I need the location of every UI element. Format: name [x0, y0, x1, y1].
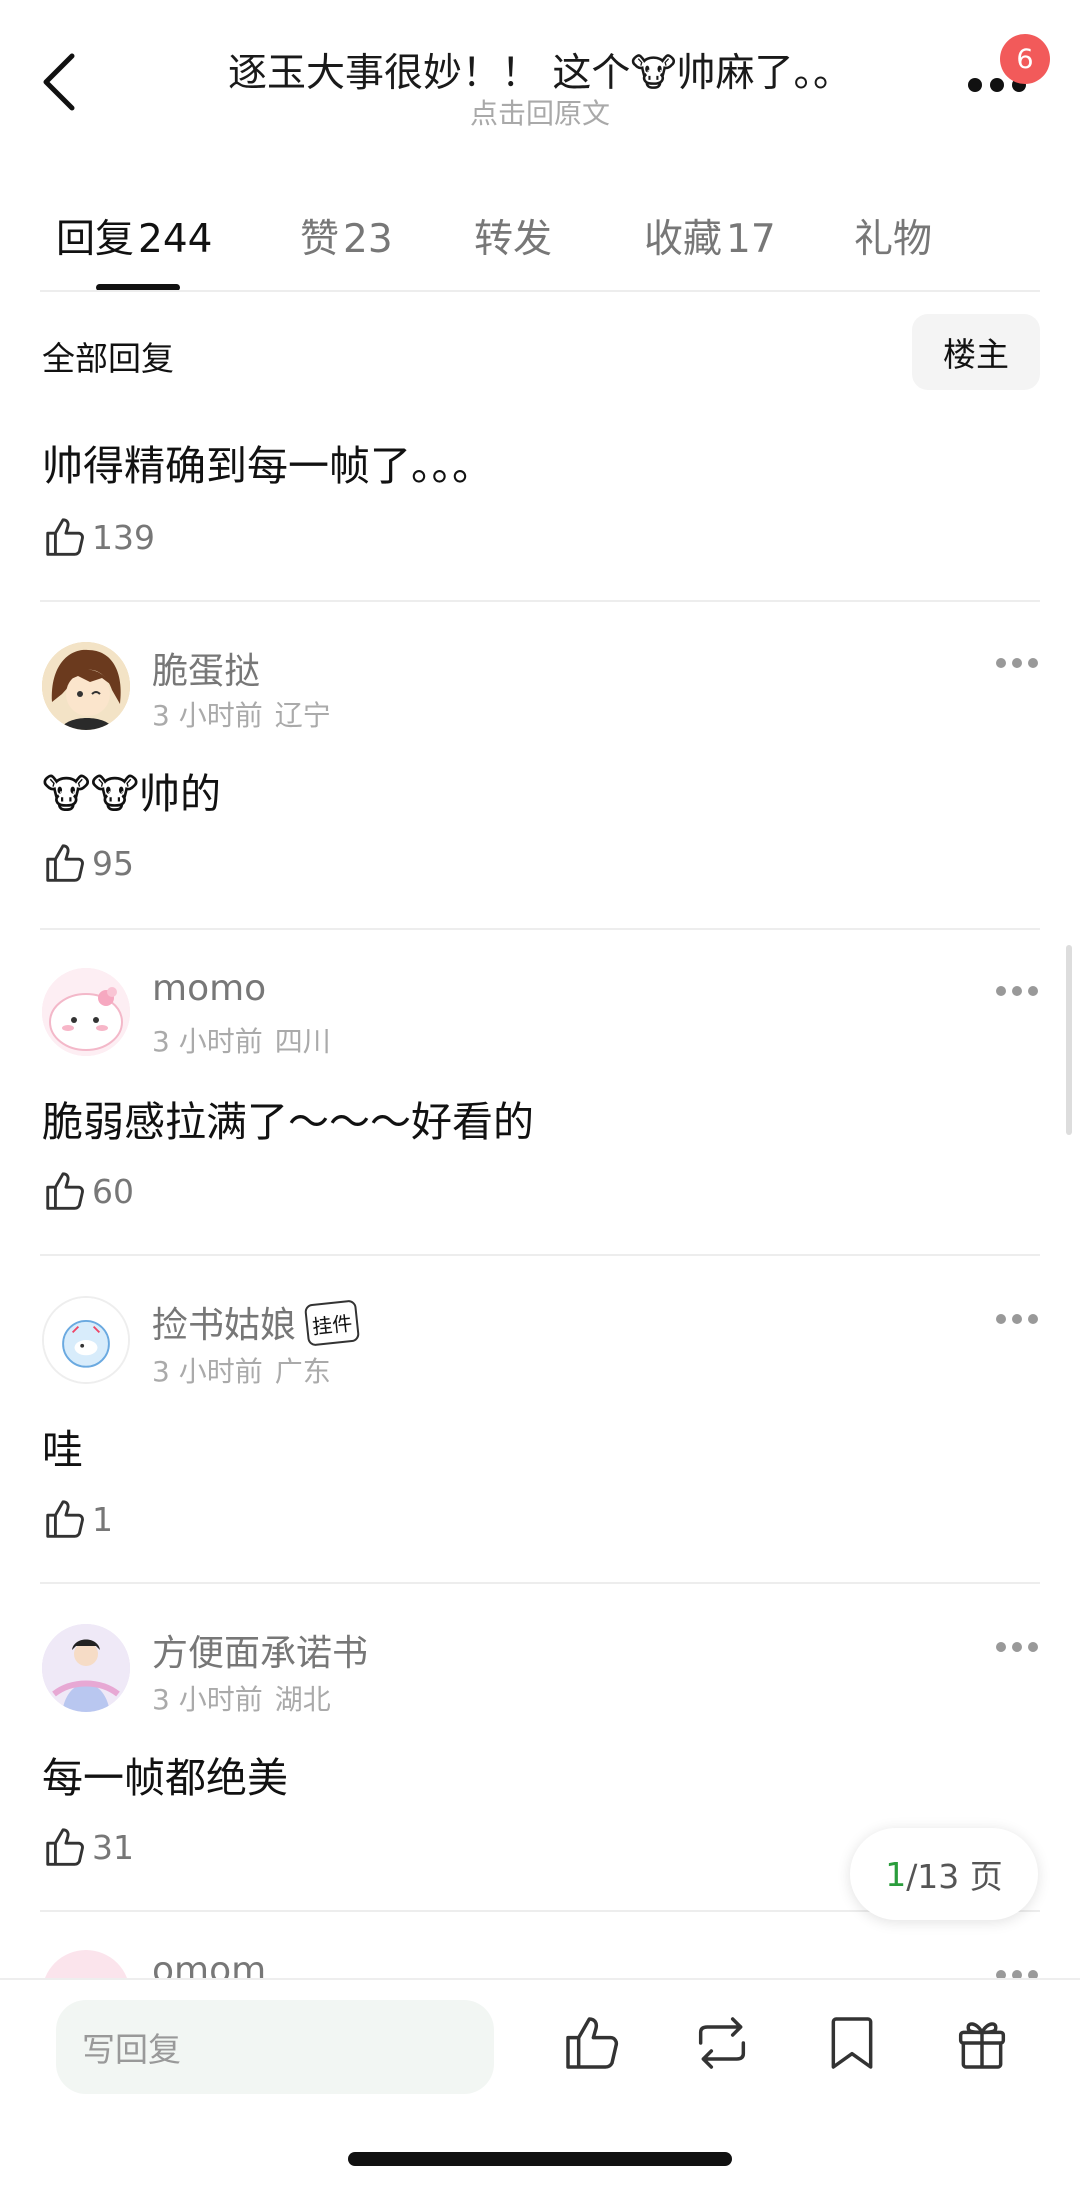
like-button[interactable]: 139	[42, 512, 155, 562]
thumbs-up-icon	[46, 518, 84, 556]
comment-more-button[interactable]	[996, 658, 1040, 672]
divider	[40, 928, 1040, 930]
like-count: 31	[92, 1827, 134, 1867]
thumbs-up-icon	[46, 1500, 84, 1538]
repost-button[interactable]	[690, 2010, 754, 2076]
tab-label: 转发	[474, 217, 553, 262]
comment-time: 3 小时前	[152, 1025, 263, 1058]
page-indicator[interactable]: 1/13 页	[850, 1828, 1038, 1920]
tab-gifts[interactable]: 礼物	[854, 208, 932, 264]
like-button[interactable]: 1	[42, 1494, 113, 1544]
avatar-image	[42, 642, 130, 730]
top-nav: 逐玉大事很妙！！ 这个🐮帅麻了。。 点击回原文 6	[0, 0, 1080, 150]
more-dot	[968, 78, 982, 92]
comment-meta: 3 小时前 四川	[152, 1020, 331, 1060]
bookmark-icon	[831, 2017, 873, 2069]
tab-label: 礼物	[854, 217, 933, 262]
current-page: 1	[885, 1854, 907, 1894]
divider	[40, 1254, 1040, 1256]
tab-count: 244	[138, 217, 213, 262]
comment-time: 3 小时前	[152, 699, 263, 732]
owner-filter-button[interactable]: 楼主	[912, 314, 1040, 390]
username[interactable]: 捡书姑娘 挂件	[152, 1296, 361, 1348]
scrollbar[interactable]	[1066, 945, 1072, 1135]
like-button[interactable]: 60	[42, 1166, 134, 1216]
more-dot	[990, 78, 1004, 92]
comment-location: 四川	[274, 1025, 331, 1058]
username[interactable]: 脆蛋挞	[152, 642, 260, 694]
comment-text: 哇	[42, 1426, 83, 1474]
avatar[interactable]	[42, 1296, 130, 1384]
like-post-button[interactable]	[560, 2010, 624, 2076]
comment-more-button[interactable]	[996, 986, 1040, 1000]
comment-more-button[interactable]	[996, 1314, 1040, 1328]
comment-text: 脆弱感拉满了～～～好看的	[42, 1098, 534, 1146]
comment-more-button[interactable]	[996, 1642, 1040, 1656]
comment-meta: 3 小时前 辽宁	[152, 694, 331, 734]
tab-count: 17	[726, 217, 776, 262]
gift-button[interactable]	[950, 2010, 1014, 2076]
comment-time: 3 小时前	[152, 1683, 263, 1716]
tab-label: 收藏	[644, 217, 723, 262]
section-title: 全部回复	[42, 339, 174, 378]
comment-time: 3 小时前	[152, 1355, 263, 1388]
comments-page: 逐玉大事很妙！！ 这个🐮帅麻了。。 点击回原文 6 回复 244 赞 23 转发 收…	[0, 0, 1080, 2204]
tab-bar: 回复 244 赞 23 转发 收藏 17 礼物	[0, 200, 1080, 292]
avatar-image	[42, 968, 130, 1056]
username[interactable]: 方便面承诺书	[152, 1624, 368, 1676]
like-icon	[566, 2017, 619, 2069]
bottom-bar: 写回复	[0, 1978, 1080, 2204]
comment-text: 🐮🐮帅的	[42, 770, 222, 818]
repost-icon	[698, 2017, 746, 2069]
thumbs-up-icon	[46, 1172, 84, 1210]
like-count: 95	[92, 843, 134, 883]
pendant-badge: 挂件	[303, 1299, 361, 1347]
like-count: 1	[92, 1499, 113, 1539]
back-to-original-link[interactable]: 点击回原文	[0, 92, 1080, 132]
avatar[interactable]	[42, 1624, 130, 1712]
like-count: 60	[92, 1171, 134, 1211]
tab-replies[interactable]: 回复 244	[56, 208, 212, 264]
tab-favorites[interactable]: 收藏 17	[644, 208, 776, 264]
comment-meta: 3 小时前 广东	[152, 1350, 331, 1390]
avatar[interactable]	[42, 968, 130, 1056]
username[interactable]: momo	[152, 968, 266, 1009]
comment-text: 每一帧都绝美	[42, 1754, 288, 1802]
post-title[interactable]: 逐玉大事很妙！！ 这个🐮帅麻了。。	[0, 42, 1080, 98]
like-button[interactable]: 95	[42, 838, 134, 888]
comment-location: 辽宁	[274, 699, 331, 732]
notification-badge: 6	[1000, 34, 1050, 84]
thumbs-up-icon	[46, 844, 84, 882]
divider	[40, 600, 1040, 602]
reply-input[interactable]: 写回复	[56, 2000, 494, 2094]
tab-label: 回复	[56, 217, 135, 262]
comment-meta: 3 小时前 湖北	[152, 1678, 331, 1718]
like-count: 139	[92, 517, 155, 557]
bookmark-button[interactable]	[820, 2010, 884, 2076]
avatar[interactable]	[42, 642, 130, 730]
divider	[40, 290, 1040, 292]
username-text: 捡书姑娘	[152, 1305, 297, 1346]
gift-icon	[958, 2022, 1006, 2069]
like-button[interactable]: 31	[42, 1822, 134, 1872]
tab-label: 赞	[300, 217, 340, 262]
comment-location: 广东	[274, 1355, 331, 1388]
total-pages: /13 页	[906, 1857, 1003, 1896]
home-indicator	[348, 2152, 732, 2166]
avatar-image	[42, 1624, 130, 1712]
avatar-image	[44, 1298, 128, 1382]
comment-location: 湖北	[274, 1683, 331, 1716]
thumbs-up-icon	[46, 1828, 84, 1866]
post-text: 帅得精确到每一帧了。。。	[42, 442, 493, 490]
tab-reposts[interactable]: 转发	[474, 208, 552, 264]
tab-likes[interactable]: 赞 23	[300, 208, 393, 264]
tab-count: 23	[343, 217, 393, 262]
divider	[40, 1582, 1040, 1584]
